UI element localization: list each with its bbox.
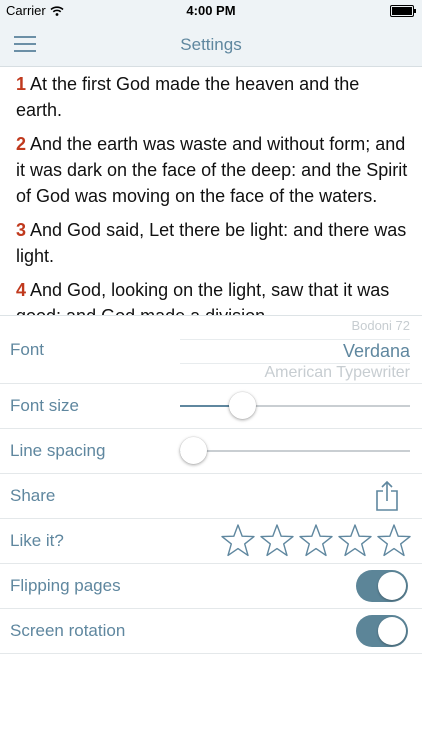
clock: 4:00 PM [186, 3, 236, 18]
verse: 3 And God said, Let there be light: and t… [16, 217, 408, 269]
verse-text: And the earth was waste and without form… [16, 134, 408, 206]
rating-row: Like it? [0, 519, 422, 564]
font-label: Font [10, 339, 45, 359]
reader-text-area: 1 At the first God made the heaven and th… [0, 67, 422, 315]
battery-icon [390, 5, 416, 17]
font-size-slider[interactable] [180, 391, 410, 421]
toggle-knob [378, 572, 406, 600]
star-icon[interactable] [376, 523, 412, 559]
verse: 2 And the earth was waste and without for… [16, 131, 408, 209]
font-size-label: Font size [10, 396, 79, 415]
slider-thumb[interactable] [180, 437, 207, 464]
slider-track [180, 450, 410, 452]
star-icon[interactable] [337, 523, 373, 559]
share-row: Share [0, 474, 422, 519]
flipping-pages-toggle[interactable] [356, 570, 408, 602]
line-spacing-slider[interactable] [180, 436, 410, 466]
navigation-bar: Settings [0, 22, 422, 67]
verse: 1 At the first God made the heaven and th… [16, 71, 408, 123]
share-icon[interactable] [374, 480, 400, 512]
status-bar: Carrier 4:00 PM [0, 0, 422, 22]
font-option[interactable]: Bodoni 72 [351, 318, 410, 333]
like-label: Like it? [10, 531, 64, 550]
verse-number: 1 [16, 74, 27, 94]
star-icon[interactable] [259, 523, 295, 559]
slider-thumb[interactable] [228, 392, 256, 419]
font-picker[interactable]: Bodoni 72 Verdana American Typewriter [180, 316, 410, 384]
verse-text: At the first God made the heaven and the… [16, 74, 360, 120]
line-spacing-row: Line spacing [0, 429, 422, 474]
screen-rotation-row: Screen rotation [0, 609, 422, 654]
share-label: Share [10, 486, 56, 505]
verse: 4 And God, looking on the light, saw that… [16, 277, 408, 315]
font-option[interactable]: American Typewriter [264, 364, 410, 382]
verse-text: And God, looking on the light, saw that … [16, 280, 390, 315]
page-title: Settings [180, 35, 242, 54]
star-icon[interactable] [298, 523, 334, 559]
screen-rotation-toggle[interactable] [356, 615, 408, 647]
screen-rotation-label: Screen rotation [10, 621, 126, 640]
flipping-pages-label: Flipping pages [10, 576, 121, 595]
font-option-selected[interactable]: Verdana [180, 339, 410, 364]
font-size-row: Font size [0, 384, 422, 429]
verse-number: 2 [16, 134, 27, 154]
toggle-knob [378, 617, 406, 645]
star-icon[interactable] [220, 523, 256, 559]
verse-text: And God said, Let there be light: and th… [16, 220, 407, 266]
verse-number: 3 [16, 220, 27, 240]
verse-number: 4 [16, 280, 27, 300]
settings-panel: Font Bodoni 72 Verdana American Typewrit… [0, 315, 422, 751]
line-spacing-label: Line spacing [10, 441, 106, 460]
font-row: Font Bodoni 72 Verdana American Typewrit… [0, 316, 422, 384]
star-rating [220, 523, 412, 559]
flipping-pages-row: Flipping pages [0, 564, 422, 609]
